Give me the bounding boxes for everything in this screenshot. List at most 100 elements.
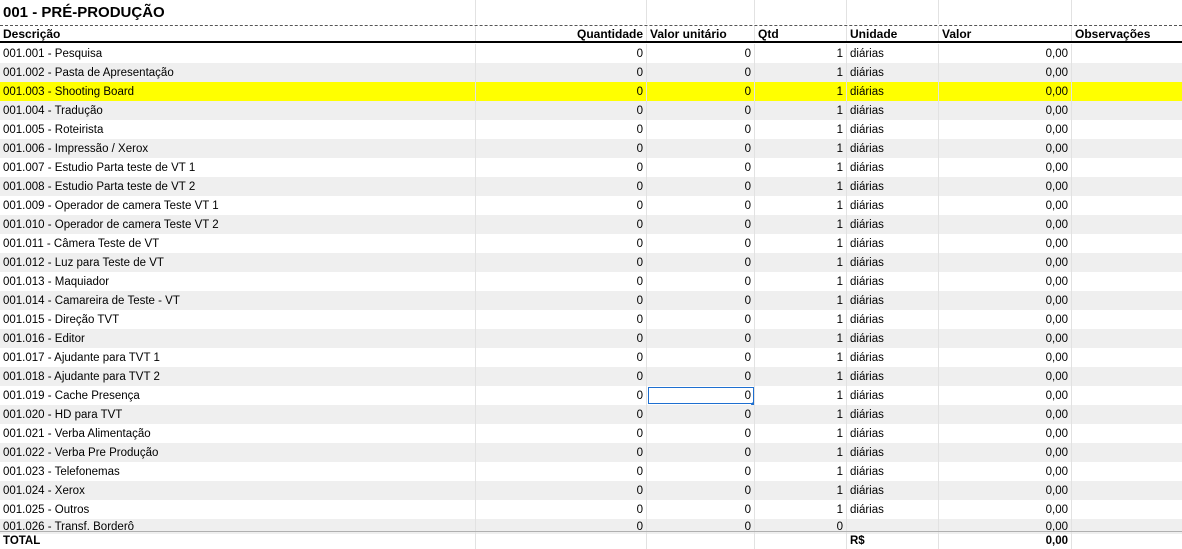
cell-valor-unitario[interactable]: 0 — [647, 44, 755, 63]
cell-observacoes[interactable] — [1072, 177, 1182, 196]
cell-valor[interactable]: 0,00 — [939, 310, 1072, 329]
cell-descricao[interactable]: 001.025 - Outros — [0, 500, 476, 519]
cell-observacoes[interactable] — [1072, 405, 1182, 424]
cell-descricao[interactable]: 001.001 - Pesquisa — [0, 44, 476, 63]
cell-observacoes[interactable] — [1072, 291, 1182, 310]
empty-cell[interactable] — [1072, 532, 1182, 549]
cell-observacoes[interactable] — [1072, 158, 1182, 177]
cell-unidade[interactable]: diárias — [847, 329, 939, 348]
empty-cell[interactable] — [476, 0, 647, 24]
cell-valor-unitario[interactable]: 0 — [647, 120, 755, 139]
cell-descricao[interactable]: 001.009 - Operador de camera Teste VT 1 — [0, 196, 476, 215]
cell-quantidade[interactable]: 0 — [476, 481, 647, 500]
cell-valor-unitario[interactable]: 0 — [647, 367, 755, 386]
cell-descricao[interactable]: 001.013 - Maquiador — [0, 272, 476, 291]
cell-unidade[interactable]: diárias — [847, 462, 939, 481]
cell-valor[interactable]: 0,00 — [939, 405, 1072, 424]
empty-cell[interactable] — [939, 0, 1072, 24]
cell-descricao[interactable]: 001.019 - Cache Presença — [0, 386, 476, 405]
empty-cell[interactable] — [847, 0, 939, 24]
cell-observacoes[interactable] — [1072, 101, 1182, 120]
cell-qtd[interactable]: 1 — [755, 310, 847, 329]
empty-cell[interactable] — [647, 0, 755, 24]
cell-valor-unitario[interactable]: 0 — [647, 215, 755, 234]
header-quantidade[interactable]: Quantidade — [476, 26, 647, 41]
cell-valor-unitario[interactable]: 0 — [647, 272, 755, 291]
header-qtd[interactable]: Qtd — [755, 26, 847, 41]
cell-quantidade[interactable]: 0 — [476, 196, 647, 215]
cell-valor-unitario[interactable]: 0 — [647, 196, 755, 215]
header-valor[interactable]: Valor — [939, 26, 1072, 41]
cell-valor[interactable]: 0,00 — [939, 386, 1072, 405]
cell-quantidade[interactable]: 0 — [476, 101, 647, 120]
cell-qtd[interactable]: 1 — [755, 462, 847, 481]
cell-descricao[interactable]: 001.007 - Estudio Parta teste de VT 1 — [0, 158, 476, 177]
cell-observacoes[interactable] — [1072, 500, 1182, 519]
cell-descricao[interactable]: 001.020 - HD para TVT — [0, 405, 476, 424]
cell-observacoes[interactable] — [1072, 234, 1182, 253]
cell-valor-unitario[interactable]: 0 — [647, 82, 755, 101]
cell-observacoes[interactable] — [1072, 424, 1182, 443]
cell-quantidade[interactable]: 0 — [476, 310, 647, 329]
cell-quantidade[interactable]: 0 — [476, 462, 647, 481]
cell-valor-unitario[interactable]: 0 — [647, 329, 755, 348]
cell-qtd[interactable]: 1 — [755, 63, 847, 82]
cell-descricao[interactable]: 001.015 - Direção TVT — [0, 310, 476, 329]
cell-valor[interactable]: 0,00 — [939, 329, 1072, 348]
cell-observacoes[interactable] — [1072, 272, 1182, 291]
cell-observacoes[interactable] — [1072, 386, 1182, 405]
cell-quantidade[interactable]: 0 — [476, 63, 647, 82]
cell-quantidade[interactable]: 0 — [476, 405, 647, 424]
cell-valor[interactable]: 0,00 — [939, 139, 1072, 158]
cell-descricao[interactable]: 001.016 - Editor — [0, 329, 476, 348]
cell-qtd[interactable]: 1 — [755, 196, 847, 215]
cell-observacoes[interactable] — [1072, 329, 1182, 348]
cell-valor-unitario[interactable]: 0 — [647, 177, 755, 196]
cell-quantidade[interactable]: 0 — [476, 424, 647, 443]
cell-unidade[interactable]: diárias — [847, 348, 939, 367]
cell-valor[interactable]: 0,00 — [939, 291, 1072, 310]
cell-valor-unitario[interactable]: 0 — [647, 139, 755, 158]
cell-qtd[interactable]: 1 — [755, 177, 847, 196]
header-descricao[interactable]: Descrição — [0, 26, 476, 41]
cell-observacoes[interactable] — [1072, 253, 1182, 272]
cell-quantidade[interactable]: 0 — [476, 253, 647, 272]
cell-qtd[interactable]: 1 — [755, 234, 847, 253]
cell-quantidade[interactable]: 0 — [476, 120, 647, 139]
cell-descricao[interactable]: 001.024 - Xerox — [0, 481, 476, 500]
cell-quantidade[interactable]: 0 — [476, 443, 647, 462]
cell-valor-unitario[interactable]: 0 — [647, 234, 755, 253]
cell-descricao[interactable]: 001.002 - Pasta de Apresentação — [0, 63, 476, 82]
empty-cell[interactable] — [755, 0, 847, 24]
cell-qtd[interactable]: 1 — [755, 348, 847, 367]
cell-valor[interactable]: 0,00 — [939, 272, 1072, 291]
cell-valor[interactable]: 0,00 — [939, 462, 1072, 481]
cell-quantidade[interactable]: 0 — [476, 367, 647, 386]
cell-observacoes[interactable] — [1072, 82, 1182, 101]
cell-unidade[interactable]: diárias — [847, 291, 939, 310]
cell-descricao[interactable]: 001.022 - Verba Pre Produção — [0, 443, 476, 462]
cell-valor[interactable]: 0,00 — [939, 44, 1072, 63]
cell-valor-unitario[interactable]: 0 — [647, 348, 755, 367]
cell-qtd[interactable]: 1 — [755, 158, 847, 177]
cell-descricao[interactable]: 001.010 - Operador de camera Teste VT 2 — [0, 215, 476, 234]
cell-unidade[interactable]: diárias — [847, 177, 939, 196]
cell-qtd[interactable]: 1 — [755, 120, 847, 139]
cell-descricao[interactable]: 001.005 - Roteirista — [0, 120, 476, 139]
cell-qtd[interactable]: 1 — [755, 405, 847, 424]
empty-cell[interactable] — [647, 532, 755, 549]
cell-descricao[interactable]: 001.006 - Impressão / Xerox — [0, 139, 476, 158]
cell-valor[interactable]: 0,00 — [939, 177, 1072, 196]
cell-unidade[interactable]: diárias — [847, 63, 939, 82]
cell-valor-unitario[interactable]: 0 — [647, 424, 755, 443]
cell-valor-unitario[interactable]: 0 — [647, 291, 755, 310]
cell-quantidade[interactable]: 0 — [476, 386, 647, 405]
cell-observacoes[interactable] — [1072, 196, 1182, 215]
cell-observacoes[interactable] — [1072, 139, 1182, 158]
section-title[interactable]: 001 - PRÉ-PRODUÇÃO — [0, 0, 476, 24]
cell-quantidade[interactable]: 0 — [476, 215, 647, 234]
cell-valor[interactable]: 0,00 — [939, 348, 1072, 367]
cell-unidade[interactable]: diárias — [847, 82, 939, 101]
cell-unidade[interactable]: diárias — [847, 481, 939, 500]
header-valor-unitario[interactable]: Valor unitário — [647, 26, 755, 41]
